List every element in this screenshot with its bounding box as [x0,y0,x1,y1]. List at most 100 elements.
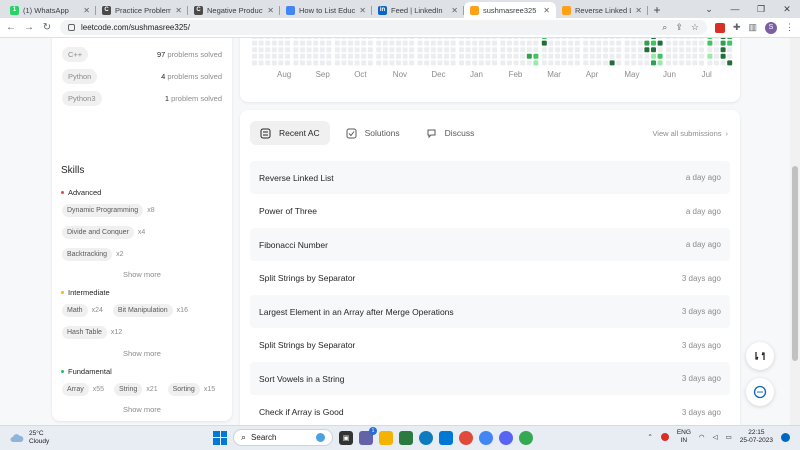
heatmap-cell[interactable] [616,47,622,53]
browser-tab[interactable]: 1 (1) WhatsApp ✕ [4,2,96,18]
heatmap-cell[interactable] [651,40,656,46]
heatmap-cell[interactable] [376,40,382,46]
heatmap-cell[interactable] [306,40,312,46]
windows-start-icon[interactable] [213,430,227,445]
heatmap-cell[interactable] [437,53,443,59]
heatmap-cell[interactable] [666,47,671,53]
heatmap-cell[interactable] [720,53,726,59]
heatmap-cell[interactable] [313,53,319,59]
heatmap-cell[interactable] [657,38,663,39]
heatmap-cell[interactable] [637,40,643,46]
heatmap-cell[interactable] [500,47,506,53]
heatmap-cell[interactable] [679,38,685,39]
heatmap-cell[interactable] [293,40,299,46]
heatmap-cell[interactable] [644,47,650,53]
tab-close-icon[interactable]: ✕ [83,6,90,15]
battery-icon[interactable]: ▭ [726,433,732,441]
submission-row[interactable]: Power of Three a day ago [250,195,730,228]
heatmap-cell[interactable] [258,47,264,53]
heatmap-cell[interactable] [596,40,602,46]
taskbar-search[interactable]: ⌕ Search [233,429,333,446]
heatmap-cell[interactable] [637,38,643,39]
heatmap-cell[interactable] [644,40,650,46]
heatmap-cell[interactable] [459,40,464,46]
heatmap-cell[interactable] [265,53,271,59]
heatmap-cell[interactable] [361,53,367,59]
heatmap-cell[interactable] [561,38,567,39]
heatmap-cell[interactable] [354,60,360,66]
heatmap-cell[interactable] [459,53,464,59]
heatmap-cell[interactable] [692,60,698,66]
heatmap-cell[interactable] [692,38,698,39]
heatmap-cell[interactable] [444,60,449,66]
heatmap-cell[interactable] [574,60,580,66]
browser-tab[interactable]: sushmasree325 - Le ✕ [464,2,556,18]
heatmap-cell[interactable] [533,38,539,39]
heatmap-cell[interactable] [450,53,456,59]
heatmap-cell[interactable] [699,47,704,53]
heatmap-cell[interactable] [589,47,595,53]
heatmap-cell[interactable] [319,40,325,46]
heatmap-cell[interactable] [609,40,615,46]
heatmap-cell[interactable] [354,53,360,59]
heatmap-cell[interactable] [720,38,726,39]
heatmap-cell[interactable] [548,60,554,66]
heatmap-cell[interactable] [533,53,539,59]
heatmap-cell[interactable] [402,38,408,39]
heatmap-cell[interactable] [714,60,719,66]
heatmap-cell[interactable] [430,38,436,39]
heatmap-cell[interactable] [561,47,567,53]
edge-icon[interactable] [419,430,433,445]
heatmap-cell[interactable] [555,60,560,66]
heatmap-cell[interactable] [699,60,704,66]
heatmap-cell[interactable] [589,53,595,59]
heatmap-cell[interactable] [409,40,415,46]
tab-close-icon[interactable]: ✕ [543,6,550,15]
heatmap-cell[interactable] [285,47,290,53]
chrome-alt-icon[interactable] [519,430,533,445]
heatmap-cell[interactable] [478,60,484,66]
heatmap-cell[interactable] [252,38,257,39]
heatmap-cell[interactable] [252,53,257,59]
heatmap-cell[interactable] [348,40,353,46]
heatmap-cell[interactable] [396,60,401,66]
heatmap-cell[interactable] [402,40,408,46]
heatmap-cell[interactable] [707,60,713,66]
weather-widget[interactable]: 25°C Cloudy [10,430,49,446]
zoom-icon[interactable]: ⌕ [662,22,667,33]
heatmap-cell[interactable] [437,38,443,39]
tab-close-icon[interactable]: ✕ [267,6,274,15]
heatmap-cell[interactable] [492,40,497,46]
heatmap-cell[interactable] [561,53,567,59]
heatmap-cell[interactable] [679,47,685,53]
heatmap-cell[interactable] [409,47,415,53]
volume-icon[interactable]: ◁ [713,433,718,441]
heatmap-cell[interactable] [389,60,395,66]
heatmap-cell[interactable] [679,53,685,59]
heatmap-cell[interactable] [313,38,319,39]
heatmap-cell[interactable] [548,53,554,59]
heatmap-cell[interactable] [430,60,436,66]
heatmap-cell[interactable] [478,53,484,59]
tab-close-icon[interactable]: ✕ [359,6,366,15]
heatmap-cell[interactable] [354,40,360,46]
heatmap-cell[interactable] [644,53,650,59]
heatmap-cell[interactable] [459,38,464,39]
heatmap-cell[interactable] [306,53,312,59]
heatmap-cell[interactable] [520,60,526,66]
heatmap-cell[interactable] [596,53,602,59]
heatmap-cell[interactable] [285,38,290,39]
heatmap-cell[interactable] [603,53,608,59]
heatmap-cell[interactable] [526,40,532,46]
heatmap-cell[interactable] [265,38,271,39]
view-all-submissions-link[interactable]: View all submissions › [652,129,728,138]
browser-tab[interactable]: How to List Educati✕ [280,2,372,18]
heatmap-cell[interactable] [657,53,663,59]
heatmap-cell[interactable] [533,47,539,53]
heatmap-cell[interactable] [589,38,595,39]
heatmap-cell[interactable] [526,53,532,59]
heatmap-cell[interactable] [644,38,650,39]
tab-close-icon[interactable]: ✕ [175,6,182,15]
heatmap-cell[interactable] [541,40,547,46]
heatmap-cell[interactable] [624,53,630,59]
